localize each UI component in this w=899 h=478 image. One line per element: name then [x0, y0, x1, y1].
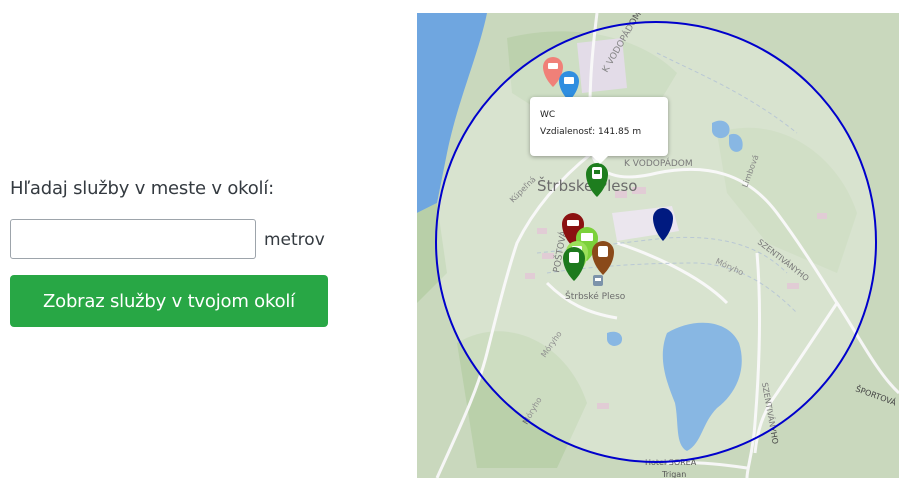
poi-popup: WC Vzdialenosť: 141.85 m [530, 97, 668, 164]
radius-input[interactable] [10, 219, 256, 259]
show-services-button[interactable]: Zobraz služby v tvojom okolí [10, 275, 328, 327]
popup-distance: Vzdialenosť: 141.85 m [540, 127, 642, 137]
map-canvas[interactable]: K VODOPÁDOM K VODOPÁDOM POŠTOVÁ Kúpeľná … [417, 13, 899, 478]
unit-label: metrov [264, 230, 325, 250]
search-form: Hľadaj služby v meste v okolí: metrov Zo… [0, 0, 400, 478]
popup-title: WC [540, 110, 556, 120]
popup-tail [592, 156, 608, 164]
search-radius-label: Hľadaj služby v meste v okolí: [10, 178, 274, 199]
map[interactable]: K VODOPÁDOM K VODOPÁDOM POŠTOVÁ Kúpeľná … [417, 13, 899, 478]
search-radius-circle [435, 21, 877, 463]
poi-label: Trigan [661, 470, 686, 478]
